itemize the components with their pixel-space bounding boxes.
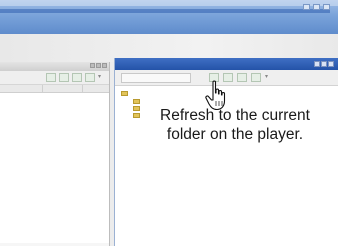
list-item[interactable] <box>0 139 109 147</box>
pc-file-list-header <box>0 85 109 93</box>
pc-pane-toolbar: ▾ <box>0 71 109 85</box>
title-bar-shine <box>0 0 338 6</box>
refresh-icon[interactable] <box>59 73 69 82</box>
app-title-bar <box>0 0 338 34</box>
chevron-down-icon[interactable]: ▾ <box>98 73 104 82</box>
screenshot-stage: ▾ ▾ Refresh to the current folder on the… <box>0 0 338 246</box>
delete-icon[interactable] <box>237 73 247 82</box>
callout-line-2: folder on the player. <box>166 126 304 143</box>
delete-icon[interactable] <box>72 73 82 82</box>
pc-file-pane: ▾ <box>0 62 110 246</box>
list-item[interactable] <box>0 108 109 116</box>
player-pane-title-bar <box>115 58 338 70</box>
column-header-size[interactable] <box>43 85 83 92</box>
window-maximize-icon[interactable] <box>313 4 320 10</box>
tree-folder[interactable] <box>133 98 140 105</box>
column-header-name[interactable] <box>0 85 43 92</box>
window-minimize-icon[interactable] <box>303 4 310 10</box>
list-item[interactable] <box>0 101 109 109</box>
window-close-icon[interactable] <box>328 61 334 67</box>
up-folder-icon[interactable] <box>46 73 56 82</box>
refresh-callout: Refresh to the current folder on the pla… <box>132 106 338 144</box>
list-item[interactable] <box>0 116 109 124</box>
window-controls <box>303 4 330 10</box>
view-icon[interactable] <box>251 73 261 82</box>
window-close-icon[interactable] <box>323 4 330 10</box>
list-item[interactable] <box>0 169 109 177</box>
player-pane-window-controls <box>314 61 334 67</box>
list-item[interactable] <box>0 93 109 101</box>
pc-pane-title-bar <box>0 62 109 71</box>
tree-folder[interactable] <box>121 90 140 97</box>
folder-icon <box>121 91 128 96</box>
player-path-field[interactable] <box>121 72 191 83</box>
list-item[interactable] <box>0 123 109 131</box>
window-maximize-icon[interactable] <box>96 63 101 68</box>
pc-pane-window-controls <box>90 63 107 68</box>
window-minimize-icon[interactable] <box>314 61 320 67</box>
pc-file-list <box>0 93 109 243</box>
list-item[interactable] <box>0 161 109 169</box>
callout-line-1: Refresh to the current <box>160 107 310 124</box>
chevron-down-icon[interactable]: ▾ <box>265 73 271 82</box>
window-maximize-icon[interactable] <box>321 61 327 67</box>
window-minimize-icon[interactable] <box>90 63 95 68</box>
list-item[interactable] <box>0 131 109 139</box>
view-icon[interactable] <box>85 73 95 82</box>
title-bar-stripe <box>0 9 330 13</box>
window-close-icon[interactable] <box>102 63 107 68</box>
folder-icon <box>133 99 140 104</box>
list-item[interactable] <box>0 146 109 154</box>
list-item[interactable] <box>0 154 109 162</box>
list-item[interactable] <box>0 177 109 185</box>
